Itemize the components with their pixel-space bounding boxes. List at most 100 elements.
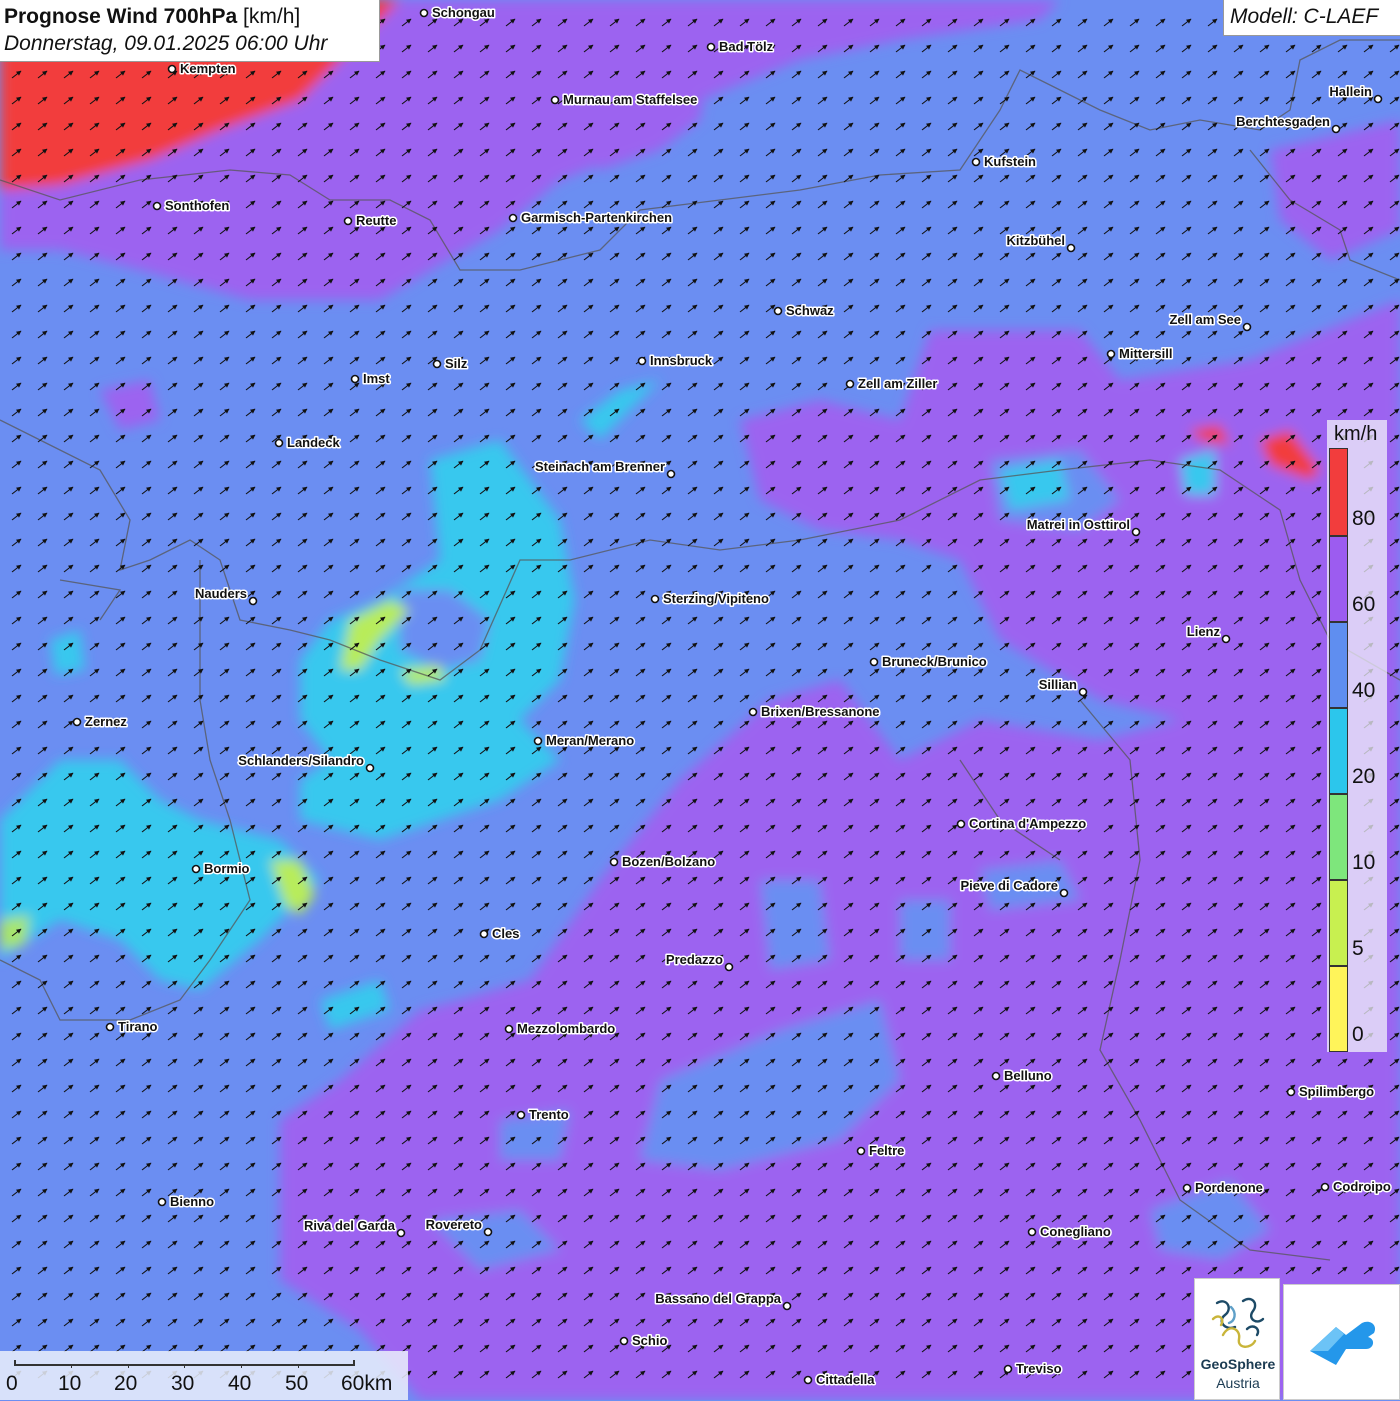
city-dot	[619, 1336, 629, 1346]
city-dot	[1242, 322, 1252, 332]
city-marker: Bruneck/Brunico	[869, 653, 988, 671]
city-label: Brixen/Bressanone	[761, 704, 880, 719]
city-dot	[350, 374, 360, 384]
city-label: Cles	[492, 926, 519, 941]
city-dot	[650, 594, 660, 604]
city-label: Mittersill	[1119, 346, 1172, 361]
city-dot	[1221, 634, 1231, 644]
legend-swatch	[1329, 622, 1348, 708]
scale-tick	[184, 1364, 186, 1368]
geosphere-austria-logo[interactable]: GeoSphere Austria	[1194, 1278, 1280, 1400]
map-title: Prognose Wind 700hPa [km/h]	[4, 3, 375, 30]
city-dot	[845, 379, 855, 389]
city-label: Bormio	[204, 861, 250, 876]
legend-swatch	[1329, 708, 1348, 794]
city-label: Mezzolombardo	[517, 1021, 615, 1036]
city-label: Spilimbergo	[1299, 1084, 1374, 1099]
city-label: Feltre	[869, 1143, 904, 1158]
city-label: Reutte	[356, 213, 396, 228]
city-label: Codroipo	[1333, 1179, 1391, 1194]
city-marker: Mezzolombardo	[504, 1020, 617, 1038]
city-marker: Innsbruck	[637, 352, 714, 370]
city-label: Conegliano	[1040, 1224, 1111, 1239]
city-dot	[803, 1375, 813, 1385]
city-dot	[1320, 1182, 1330, 1192]
city-label: Nauders	[195, 586, 247, 601]
scale-label: 60km	[341, 1372, 393, 1395]
city-label: Schio	[632, 1333, 667, 1348]
city-dot	[533, 736, 543, 746]
legend-label: 80	[1352, 507, 1376, 530]
city-label: Cittadella	[816, 1372, 875, 1387]
legend-swatch	[1329, 448, 1348, 536]
city-label: Bad Tölz	[719, 39, 774, 54]
city-dot	[432, 359, 442, 369]
city-dot	[1003, 1364, 1013, 1374]
city-marker: Brixen/Bressanone	[748, 703, 881, 721]
city-dot	[274, 438, 284, 448]
city-marker: Schongau	[419, 4, 496, 22]
city-label: Bruneck/Brunico	[882, 654, 987, 669]
city-label: Meran/Merano	[546, 733, 634, 748]
city-dot	[396, 1228, 406, 1238]
city-dot	[167, 64, 177, 74]
city-dot	[1066, 243, 1076, 253]
geosphere-logo-icon	[1211, 1297, 1265, 1348]
city-dot	[869, 657, 879, 667]
city-label: Zell am See	[1169, 312, 1241, 327]
city-dot	[72, 717, 82, 727]
city-dot	[956, 819, 966, 829]
city-label: Riva del Garda	[304, 1218, 396, 1233]
city-dot	[1286, 1087, 1296, 1097]
city-dot	[1131, 527, 1141, 537]
city-label: Schwaz	[786, 303, 834, 318]
city-label: Sonthofen	[165, 198, 229, 213]
city-label: Sillian	[1039, 677, 1077, 692]
logo-name: GeoSphere	[1200, 1356, 1276, 1372]
city-dot	[1373, 94, 1383, 104]
city-label: Pordenone	[1195, 1180, 1263, 1195]
scale-label: 50	[285, 1372, 309, 1395]
city-dot	[1182, 1183, 1192, 1193]
scale-bar: 0 10 20 30 40 50 60km	[0, 1351, 408, 1400]
scale-tick	[127, 1364, 129, 1368]
city-dot	[971, 157, 981, 167]
city-marker: Garmisch-Partenkirchen	[508, 209, 674, 227]
legend-swatch	[1329, 536, 1348, 622]
city-dot	[157, 1197, 167, 1207]
city-dot	[504, 1024, 514, 1034]
legend-swatch	[1329, 794, 1348, 880]
city-label: Bozen/Bolzano	[622, 854, 715, 869]
weather-app-logo[interactable]	[1283, 1284, 1400, 1400]
legend-label: 20	[1352, 765, 1376, 788]
city-label: Hallein	[1329, 84, 1372, 99]
legend-swatch	[1329, 880, 1348, 966]
city-label: Kufstein	[984, 154, 1036, 169]
city-label: Bassano del Grappa	[655, 1291, 781, 1306]
city-label: Sterzing/Vipiteno	[663, 591, 769, 606]
city-marker: Cortina d'Ampezzo	[956, 815, 1088, 833]
legend-unit: km/h	[1334, 423, 1378, 445]
city-label: Kempten	[180, 61, 236, 76]
legend-swatch	[1329, 966, 1348, 1052]
city-dot	[479, 929, 489, 939]
legend-label: 60	[1352, 593, 1376, 616]
city-dot	[609, 857, 619, 867]
city-dot	[419, 8, 429, 18]
city-label: Trento	[529, 1107, 569, 1122]
city-label: Rovereto	[426, 1217, 482, 1232]
city-dot	[1331, 124, 1341, 134]
scale-label: 30	[171, 1372, 195, 1395]
city-dot	[152, 201, 162, 211]
model-label: Modell: C-LAEF	[1223, 0, 1400, 36]
city-dot	[748, 707, 758, 717]
legend-label: 0	[1352, 1023, 1364, 1046]
city-marker: Pordenone	[1182, 1179, 1264, 1197]
city-marker: Meran/Merano	[533, 732, 636, 750]
city-dot	[483, 1227, 493, 1237]
city-marker: Spilimbergo	[1286, 1083, 1376, 1101]
city-label: Zernez	[85, 714, 127, 729]
city-label: Bienno	[170, 1194, 214, 1209]
scale-label: 40	[228, 1372, 252, 1395]
city-dot	[248, 596, 258, 606]
